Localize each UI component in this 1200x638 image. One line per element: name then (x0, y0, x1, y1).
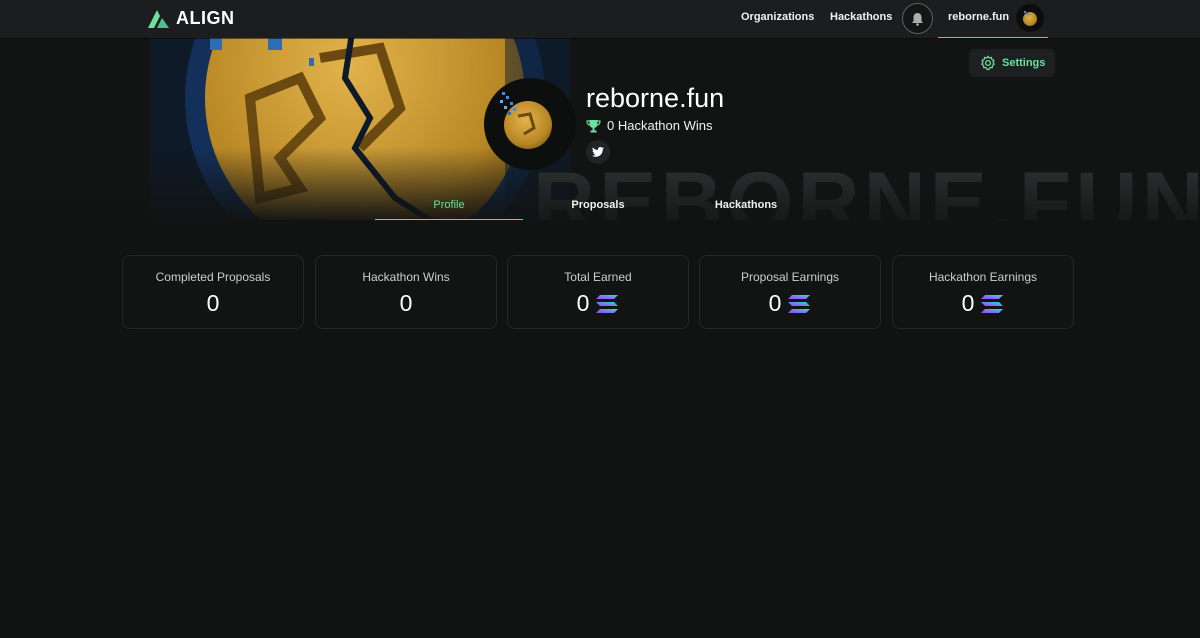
user-name: reborne.fun (948, 11, 1010, 23)
hackathon-wins-summary: 0 Hackathon Wins (586, 118, 713, 133)
tab-hackathons[interactable]: Hackathons (672, 190, 820, 220)
tab-proposals[interactable]: Proposals (524, 190, 672, 220)
stat-label: Hackathon Wins (362, 270, 450, 284)
user-menu[interactable]: reborne.fun (938, 0, 1048, 38)
brand-name: ALIGN (176, 8, 235, 28)
stat-card-total-earned: Total Earned 0 (507, 255, 689, 329)
trophy-icon (586, 119, 601, 132)
stat-card-hackathon-wins: Hackathon Wins 0 (315, 255, 497, 329)
stat-label: Proposal Earnings (740, 270, 840, 284)
align-logo-icon (148, 9, 169, 28)
profile-avatar (484, 78, 576, 170)
solana-icon (980, 294, 1004, 314)
tab-profile[interactable]: Profile (375, 190, 523, 220)
solana-icon (595, 294, 619, 314)
stat-value: 0 (206, 290, 220, 316)
gear-icon (981, 55, 995, 71)
stat-value: 0 (399, 290, 413, 316)
stat-card-completed-proposals: Completed Proposals 0 (122, 255, 304, 329)
bell-icon (912, 12, 923, 26)
stat-value: 0 (961, 290, 975, 316)
profile-name: reborne.fun (586, 83, 725, 113)
top-navbar: ALIGN Organizations Hackathons reborne.f… (0, 0, 1200, 38)
stat-label: Total Earned (564, 270, 632, 284)
hackathon-wins-text: 0 Hackathon Wins (607, 118, 713, 133)
notifications-button[interactable] (902, 3, 933, 34)
stat-value: 0 (768, 290, 782, 316)
stat-card-proposal-earnings: Proposal Earnings 0 (699, 255, 881, 329)
brand-logo[interactable]: ALIGN (148, 8, 235, 29)
solana-icon (787, 294, 811, 314)
settings-label: Settings (1002, 57, 1046, 69)
twitter-icon (592, 147, 604, 157)
stat-label: Hackathon Earnings (928, 270, 1038, 284)
settings-button[interactable]: Settings (969, 49, 1055, 77)
stat-card-hackathon-earnings: Hackathon Earnings 0 (892, 255, 1074, 329)
stat-value: 0 (576, 290, 590, 316)
user-avatar (1016, 4, 1044, 32)
twitter-link[interactable] (586, 140, 610, 164)
stat-label: Completed Proposals (155, 270, 271, 284)
nav-hackathons[interactable]: Hackathons (830, 11, 892, 23)
nav-organizations[interactable]: Organizations (741, 11, 814, 23)
